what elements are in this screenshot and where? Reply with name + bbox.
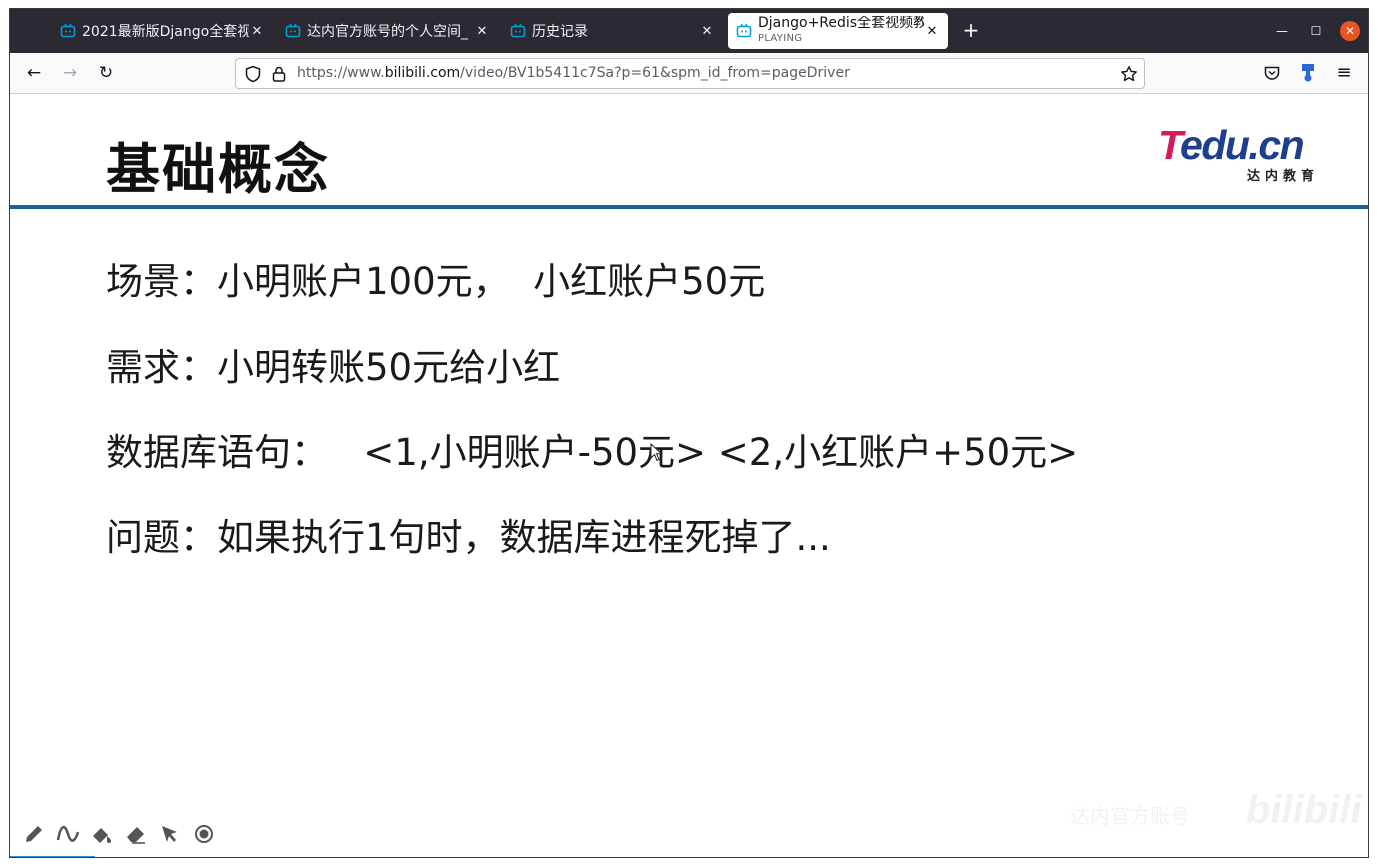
tab-title: 2021最新版Django全套视	[82, 24, 249, 40]
forward-icon[interactable]: →	[59, 62, 81, 84]
pocket-icon[interactable]	[1263, 64, 1281, 82]
tedu-logo: Tedu.cn 达内教育	[1158, 125, 1323, 185]
bilibili-tab-icon	[60, 23, 76, 38]
mouse-cursor-icon	[650, 443, 663, 462]
slide-line-problem: 问题：如果执行1句时，数据库进程死掉了...	[106, 516, 831, 559]
url-text[interactable]: https://www.bilibili.com/video/BV1b5411c…	[297, 65, 850, 81]
bilibili-watermark: 达内官方账号 bilibili	[1070, 788, 1362, 838]
tab-title: 达内官方账号的个人空间_	[307, 24, 468, 40]
title-divider	[10, 205, 1368, 209]
tab-django-redis-playing[interactable]: Django+Redis全套视频教 PLAYING ✕	[728, 13, 948, 49]
reload-icon[interactable]: ↻	[95, 62, 117, 84]
curve-icon[interactable]	[56, 822, 80, 846]
bilibili-tab-icon	[285, 23, 301, 38]
slide-line-requirement: 需求：小明转账50元给小红	[106, 346, 561, 389]
video-progress-bar[interactable]	[10, 856, 95, 857]
minimize-button[interactable]: —	[1272, 21, 1292, 41]
eraser-icon[interactable]	[124, 822, 148, 846]
watermark-text: 达内官方账号	[1070, 804, 1190, 828]
tab-history[interactable]: 历史记录 ✕	[510, 13, 715, 49]
extension-icon[interactable]	[1299, 63, 1317, 83]
bilibili-tab-icon	[736, 23, 752, 38]
tab-playing-label: PLAYING	[758, 33, 803, 44]
tab-django-course[interactable]: 2021最新版Django全套视 ✕	[60, 13, 265, 49]
url-path: /video/BV1b5411c7Sa?p=61&spm_id_from=pag…	[460, 65, 850, 81]
navigation-bar: ← → ↻ https://www.bilibili.com/video/BV1…	[10, 53, 1368, 94]
slide-line-scenario: 场景：小明账户100元， 小红账户50元	[106, 260, 766, 303]
window-close-button[interactable]: ✕	[1340, 21, 1360, 41]
logo-rest: edu.cn	[1180, 122, 1305, 168]
video-slide[interactable]: 基础概念 Tedu.cn 达内教育 场景：小明账户100元， 小红账户50元 需…	[10, 95, 1368, 857]
url-prefix: https://www.	[297, 65, 385, 81]
record-icon[interactable]	[192, 822, 216, 846]
close-icon[interactable]: ✕	[474, 24, 490, 39]
logo-brand: Tedu.cn	[1158, 122, 1323, 168]
tab-tedu-space[interactable]: 达内官方账号的个人空间_ ✕	[285, 13, 490, 49]
back-icon[interactable]: ←	[23, 62, 45, 84]
url-bar[interactable]: https://www.bilibili.com/video/BV1b5411c…	[235, 58, 1145, 89]
maximize-button[interactable]: ☐	[1306, 21, 1326, 41]
highlighter-icon[interactable]	[90, 822, 114, 846]
tab-title: 历史记录	[532, 24, 588, 40]
url-domain: bilibili.com	[384, 65, 461, 81]
slide-line-sql: 数据库语句： <1,小明账户-50元> <2,小红账户+50元>	[106, 431, 1079, 474]
star-icon[interactable]	[1120, 65, 1138, 83]
browser-window: 2021最新版Django全套视 ✕ 达内官方账号的个人空间_ ✕ 历史记录 ✕…	[9, 8, 1369, 858]
new-tab-button[interactable]: +	[960, 19, 982, 41]
close-icon[interactable]: ✕	[924, 24, 940, 39]
annotation-toolbar	[22, 822, 216, 846]
close-icon[interactable]: ✕	[249, 24, 265, 39]
tab-title: Django+Redis全套视频教	[758, 16, 924, 31]
menu-icon[interactable]: ≡	[1333, 62, 1355, 84]
watermark-logo: bilibili	[1246, 788, 1362, 832]
close-icon[interactable]: ✕	[699, 24, 715, 39]
logo-subtitle: 达内教育	[1246, 169, 1319, 184]
lock-icon[interactable]	[270, 65, 288, 83]
tab-bar: 2021最新版Django全套视 ✕ 达内官方账号的个人空间_ ✕ 历史记录 ✕…	[10, 9, 1368, 53]
bilibili-tab-icon	[510, 23, 526, 38]
logo-t: T	[1158, 122, 1182, 168]
pen-icon[interactable]	[22, 822, 46, 846]
pointer-icon[interactable]	[158, 822, 182, 846]
shield-icon[interactable]	[244, 65, 262, 83]
slide-title: 基础概念	[106, 138, 330, 201]
